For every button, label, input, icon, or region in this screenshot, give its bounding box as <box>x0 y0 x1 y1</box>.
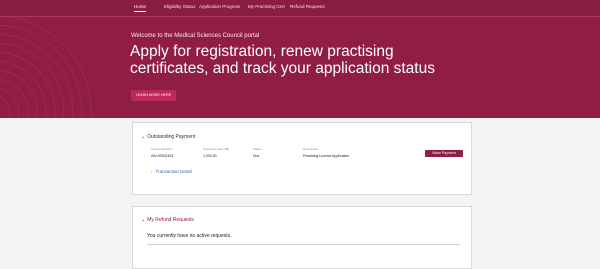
empty-state-text: You currently have no active requests. <box>147 233 232 239</box>
amount-header: Amount to Pay (S$) <box>203 147 230 151</box>
status-header: Status <box>253 147 262 151</box>
invoice-value: INV-00031424 <box>151 154 174 158</box>
decorative-rings-graphic <box>0 17 92 118</box>
chevron-down-icon: ⌄ <box>141 134 146 140</box>
description-value: Practising Licence Application <box>303 154 350 158</box>
outstanding-payment-card: ⌄ Outstanding Payment Invoice Number INV-… <box>132 122 472 195</box>
nav-item-practising-cert[interactable]: My Practising Cert <box>248 4 285 9</box>
refund-requests-toggle[interactable]: ⌄ My Refund Requests <box>141 217 194 223</box>
divider <box>147 244 460 245</box>
outstanding-payment-label: Outstanding Payment <box>147 134 196 140</box>
status-column: Status Due <box>253 147 262 158</box>
refund-requests-label: My Refund Requests <box>147 217 194 223</box>
description-column: Description Practising Licence Applicati… <box>303 147 349 158</box>
outstanding-payment-toggle[interactable]: ⌄ Outstanding Payment <box>141 134 195 140</box>
transaction-detail-label: Transaction Detail <box>155 169 192 174</box>
status-value: Due <box>253 154 260 158</box>
nav-item-refund-requests[interactable]: Refund Requests <box>290 4 325 9</box>
description-header: Description <box>303 147 319 151</box>
nav-item-home[interactable]: Home <box>134 4 147 12</box>
amount-column: Amount to Pay (S$) 1,000.00 <box>203 147 229 158</box>
invoice-column: Invoice Number INV-00031424 <box>151 147 173 158</box>
nav-item-eligibility-status[interactable]: Eligibility Status <box>164 4 196 9</box>
hero-title: Apply for registration, renew practising… <box>130 43 435 77</box>
top-nav: Home Eligibility Status Application Prog… <box>0 0 600 17</box>
learn-more-button[interactable]: LEARN MORE HERE <box>131 90 176 101</box>
hero-welcome-text: Welcome to the Medical Sciences Council … <box>131 33 260 39</box>
nav-item-application-progress[interactable]: Application Progress <box>199 4 240 9</box>
refund-requests-card: ⌄ My Refund Requests You currently have n… <box>132 206 472 269</box>
chevron-right-icon: › <box>151 169 153 174</box>
amount-value: 1,000.00 <box>203 154 217 158</box>
chevron-down-icon: ⌄ <box>141 217 146 223</box>
invoice-header: Invoice Number <box>151 147 173 151</box>
transaction-detail-link[interactable]: › Transaction Detail <box>151 169 192 174</box>
hero-banner: Welcome to the Medical Sciences Council … <box>0 17 600 118</box>
make-payment-button[interactable]: Make Payment <box>425 150 463 157</box>
